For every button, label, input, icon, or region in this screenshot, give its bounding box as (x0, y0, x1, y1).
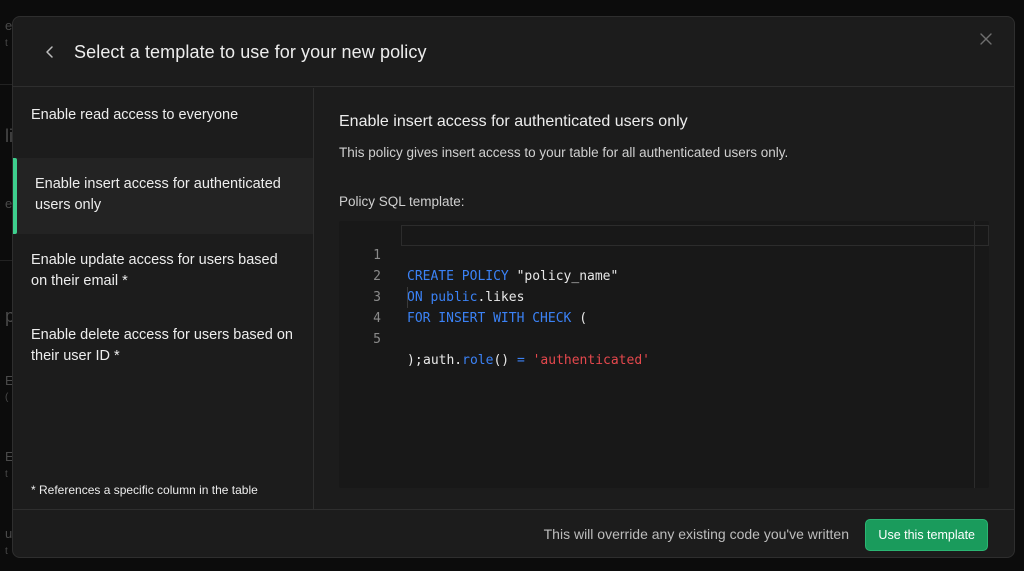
editor-scrollbar[interactable] (974, 221, 975, 488)
detail-title: Enable insert access for authenticated u… (339, 113, 688, 130)
line-number: 5 (373, 332, 381, 347)
code-line: 3 FOR INSERT WITH CHECK ( (339, 266, 587, 326)
template-item-delete-user-id[interactable]: Enable delete access for users based on … (13, 325, 313, 367)
sql-operator: = (516, 353, 525, 368)
bg-fragment: t (5, 38, 8, 49)
sql-label: Policy SQL template: (339, 194, 465, 209)
bg-fragment: t (5, 469, 8, 480)
current-line-highlight (401, 225, 989, 246)
override-warning: This will override any existing code you… (543, 526, 849, 542)
modal-title: Select a template to use for your new po… (74, 42, 427, 62)
close-icon[interactable] (978, 31, 994, 47)
template-item-update-email[interactable]: Enable update access for users based on … (13, 250, 313, 292)
template-item-label: Enable update access for users based on … (31, 252, 278, 289)
sql-text: ( (571, 311, 588, 326)
sql-text: ); (407, 353, 423, 368)
indent-guide (407, 287, 408, 308)
detail-description: This policy gives insert access to your … (339, 145, 789, 160)
sql-function: role (462, 353, 494, 368)
template-modal: Select a template to use for your new po… (12, 16, 1015, 558)
code-line: 5 ); (339, 308, 422, 368)
modal-footer: This will override any existing code you… (13, 509, 1014, 557)
sql-keyword: FOR INSERT WITH CHECK (407, 311, 572, 326)
sql-text: () (493, 353, 517, 368)
template-item-label: Enable delete access for users based on … (31, 327, 293, 364)
bg-fragment: ( (5, 392, 9, 403)
code-line: 1 CREATE POLICY "policy_name" (339, 224, 618, 284)
modal-header: Select a template to use for your new po… (13, 17, 1014, 87)
template-list: Enable read access to everyone Enable in… (13, 88, 314, 509)
bg-fragment: t (5, 546, 8, 557)
template-item-label: Enable insert access for authenticated u… (35, 176, 281, 213)
code-line: 4 auth.role() = 'authenticated' (339, 287, 989, 368)
sql-keyword: CREATE POLICY (407, 269, 509, 284)
sql-editor[interactable]: 1 CREATE POLICY "policy_name" 2 ON publi… (339, 221, 989, 488)
use-template-button[interactable]: Use this template (865, 519, 988, 551)
sql-text: auth. (423, 353, 463, 368)
sql-string-literal: 'authenticated' (532, 353, 650, 368)
template-item-read-everyone[interactable]: Enable read access to everyone (13, 105, 313, 126)
template-detail: Enable insert access for authenticated u… (315, 88, 1014, 509)
chevron-left-icon[interactable] (41, 43, 59, 61)
sql-text: "policy_name" (508, 269, 619, 284)
template-item-insert-authenticated[interactable]: Enable insert access for authenticated u… (13, 158, 313, 234)
footnote: * References a specific column in the ta… (31, 483, 258, 497)
template-item-label: Enable read access to everyone (31, 107, 239, 123)
code-line: 2 ON public.likes (339, 245, 524, 305)
